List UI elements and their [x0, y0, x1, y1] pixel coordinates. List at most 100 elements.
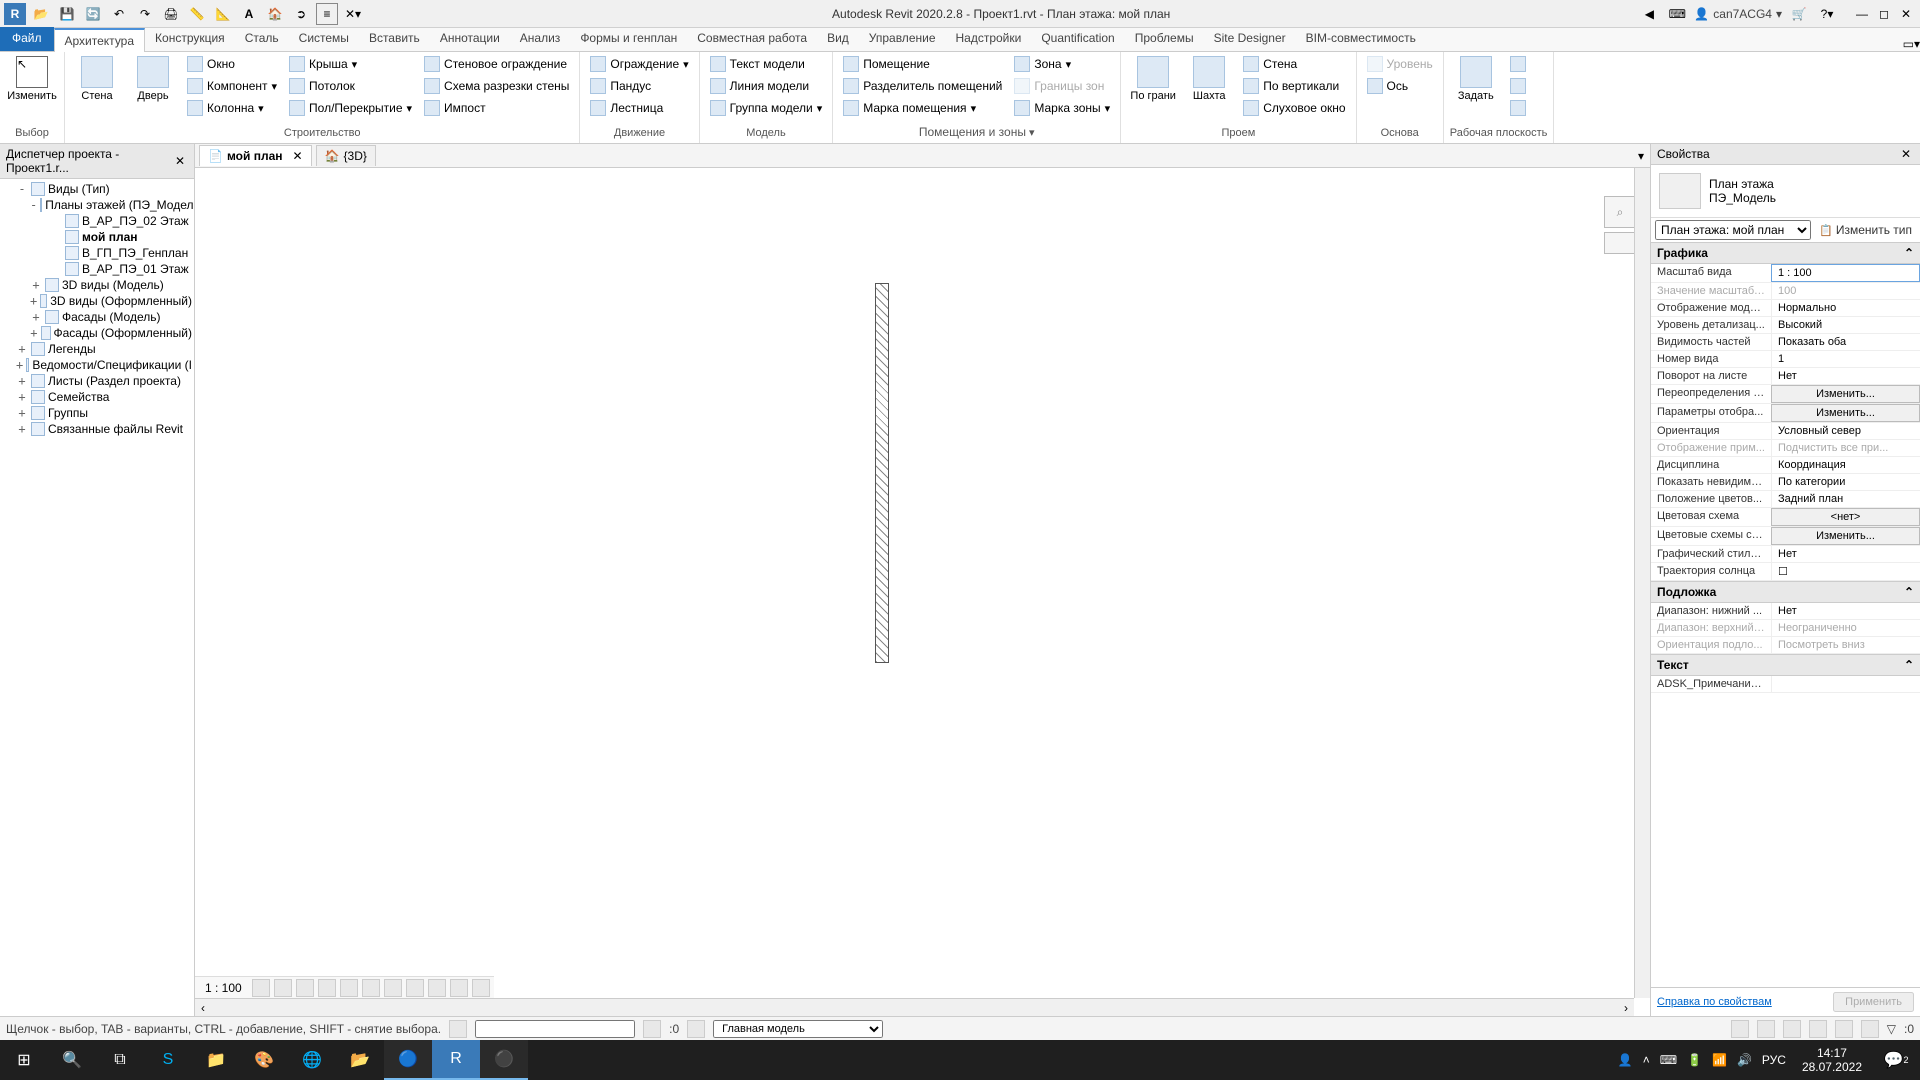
qat-dimension-icon[interactable]: 📐: [212, 3, 234, 25]
revit-logo[interactable]: R: [4, 3, 26, 25]
ribbon-tab-12[interactable]: Quantification: [1031, 27, 1124, 51]
property-value[interactable]: 1: [1771, 351, 1920, 367]
ribbon-tab-5[interactable]: Аннотации: [430, 27, 510, 51]
ribbon-tab-2[interactable]: Сталь: [235, 27, 289, 51]
view-tab-close-icon[interactable]: ✕: [293, 149, 303, 163]
ribbon-tab-8[interactable]: Совместная работа: [687, 27, 817, 51]
taskbar-clock[interactable]: 14:17 28.07.2022: [1792, 1046, 1872, 1075]
dormer-button[interactable]: Слуховое окно: [1239, 98, 1349, 118]
help-icon[interactable]: ?▾: [1816, 3, 1838, 25]
search-button[interactable]: 🔍: [48, 1040, 96, 1080]
property-value[interactable]: Нет: [1771, 603, 1920, 619]
ribbon-tab-6[interactable]: Анализ: [510, 27, 571, 51]
notifications-button[interactable]: 💬2: [1872, 1040, 1920, 1080]
property-value[interactable]: Координация: [1771, 457, 1920, 473]
group-graphics[interactable]: Графика⌃: [1651, 242, 1920, 264]
sb-filter-icon[interactable]: ▽: [1887, 1022, 1896, 1036]
tree-node[interactable]: +Связанные файлы Revit: [2, 421, 192, 437]
column-button[interactable]: Колонна ▾: [183, 98, 281, 118]
tray-volume-icon[interactable]: 🔊: [1737, 1053, 1752, 1067]
viewer-button[interactable]: [1506, 98, 1530, 118]
property-value[interactable]: [1771, 676, 1920, 692]
group-text[interactable]: Текст⌃: [1651, 654, 1920, 676]
tree-node[interactable]: В_АР_ПЭ_01 Этаж: [2, 261, 192, 277]
keyboard-icon[interactable]: ⌨: [1666, 3, 1688, 25]
crop-view-icon[interactable]: [362, 979, 380, 997]
sun-path-icon[interactable]: [296, 979, 314, 997]
project-tree[interactable]: -Виды (Тип)-Планы этажей (ПЭ_МодельВ_АР_…: [0, 179, 194, 1016]
wall-button[interactable]: Стена: [71, 54, 123, 104]
expander-icon[interactable]: +: [16, 358, 23, 372]
expander-icon[interactable]: +: [30, 326, 38, 340]
property-value[interactable]: Показать оба: [1771, 334, 1920, 350]
nav-back-icon[interactable]: ◀: [1638, 3, 1660, 25]
expander-icon[interactable]: +: [16, 422, 28, 436]
rendering-icon[interactable]: [340, 979, 358, 997]
expander-icon[interactable]: -: [30, 198, 37, 212]
edit-type-button[interactable]: 📋 Изменить тип: [1815, 220, 1916, 240]
room-button[interactable]: Помещение: [839, 54, 1006, 74]
property-value[interactable]: Изменить...: [1771, 385, 1920, 403]
ribbon-tab-10[interactable]: Управление: [859, 27, 946, 51]
scrollbar-vertical[interactable]: [1634, 168, 1650, 998]
expander-icon[interactable]: +: [30, 310, 42, 324]
tree-node[interactable]: +Семейства: [2, 389, 192, 405]
sb-editable-icon[interactable]: [643, 1020, 661, 1038]
ribbon-tab-11[interactable]: Надстройки: [946, 27, 1032, 51]
qat-3d-icon[interactable]: 🏠: [264, 3, 286, 25]
maximize-button[interactable]: ◻: [1874, 4, 1894, 24]
property-value[interactable]: По категории: [1771, 474, 1920, 490]
railing-button[interactable]: Ограждение ▾: [586, 54, 692, 74]
vertical-button[interactable]: По вертикали: [1239, 76, 1349, 96]
stair-button[interactable]: Лестница: [586, 98, 692, 118]
tree-node[interactable]: +Ведомости/Спецификации (I: [2, 357, 192, 373]
area-bound-button[interactable]: Границы зон: [1010, 76, 1114, 96]
reveal-hidden-icon[interactable]: [450, 979, 468, 997]
model-line-button[interactable]: Линия модели: [706, 76, 827, 96]
qat-thin-lines-icon[interactable]: ≡: [316, 3, 338, 25]
folder-button[interactable]: 📂: [336, 1040, 384, 1080]
tree-node[interactable]: +Листы (Раздел проекта): [2, 373, 192, 389]
tray-battery-icon[interactable]: 🔋: [1687, 1053, 1702, 1067]
ribbon-collapse-icon[interactable]: ▭▾: [1903, 37, 1920, 51]
visual-style-icon[interactable]: [274, 979, 292, 997]
view-scale[interactable]: 1 : 100: [199, 981, 248, 995]
paint-button[interactable]: 🎨: [240, 1040, 288, 1080]
tree-node[interactable]: +Легенды: [2, 341, 192, 357]
tree-node[interactable]: +Группы: [2, 405, 192, 421]
sb-drag-icon[interactable]: [1835, 1020, 1853, 1038]
ribbon-tab-13[interactable]: Проблемы: [1125, 27, 1204, 51]
level-button[interactable]: Уровень: [1363, 54, 1437, 74]
chrome-button[interactable]: 🔵: [384, 1040, 432, 1080]
property-value[interactable]: 1 : 100: [1771, 264, 1920, 282]
scroll-left-icon[interactable]: ‹: [195, 1001, 211, 1015]
tree-node[interactable]: В_ГП_ПЭ_Генплан: [2, 245, 192, 261]
tree-node[interactable]: В_АР_ПЭ_02 Этаж: [2, 213, 192, 229]
revit-taskbar-button[interactable]: R: [432, 1040, 480, 1080]
ref-plane-button[interactable]: [1506, 76, 1530, 96]
shaft-button[interactable]: Шахта: [1183, 54, 1235, 104]
qat-text-icon[interactable]: A: [238, 3, 260, 25]
property-value[interactable]: Нет: [1771, 546, 1920, 562]
temp-hide-icon[interactable]: [428, 979, 446, 997]
sb-workset-input[interactable]: [475, 1020, 635, 1038]
ribbon-tab-9[interactable]: Вид: [817, 27, 859, 51]
modify-button[interactable]: ↖Изменить: [6, 54, 58, 104]
sb-select-links-icon[interactable]: [1731, 1020, 1749, 1038]
cart-icon[interactable]: 🛒: [1788, 3, 1810, 25]
instance-selector[interactable]: План этажа: мой план: [1655, 220, 1811, 240]
set-workplane-button[interactable]: Задать: [1450, 54, 1502, 104]
properties-help-link[interactable]: Справка по свойствам: [1657, 996, 1772, 1008]
qat-redo-icon[interactable]: ↷: [134, 3, 156, 25]
tray-wifi-icon[interactable]: 📶: [1712, 1053, 1727, 1067]
viewcube-icon[interactable]: ⌕: [1604, 196, 1636, 228]
unlock-icon[interactable]: [406, 979, 424, 997]
show-workplane-button[interactable]: [1506, 54, 1530, 74]
tree-node[interactable]: +3D виды (Модель): [2, 277, 192, 293]
tray-keyboard-icon[interactable]: ⌨: [1660, 1053, 1677, 1067]
tray-lang[interactable]: РУС: [1762, 1053, 1786, 1067]
qat-close-views-icon[interactable]: ✕▾: [342, 3, 364, 25]
property-value[interactable]: Нормально: [1771, 300, 1920, 316]
by-face-button[interactable]: По грани: [1127, 54, 1179, 104]
view-tab-3d[interactable]: 🏠 {3D}: [316, 145, 376, 166]
